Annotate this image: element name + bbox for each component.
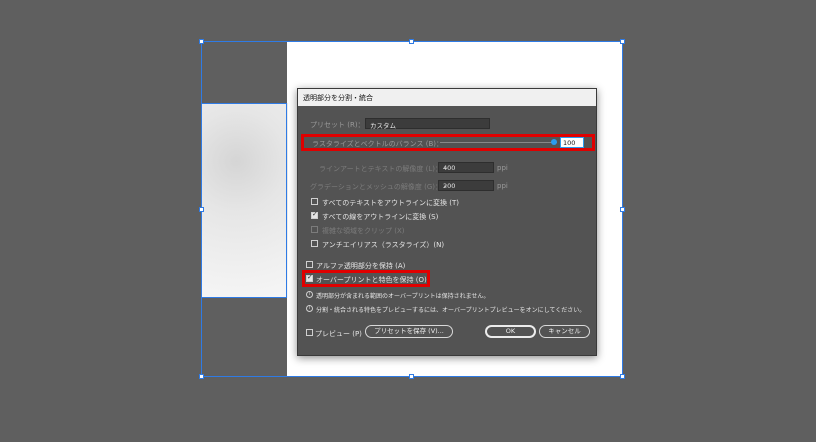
line-art-resolution-label: ラインアートとテキストの解像度 (L)： [319, 165, 442, 173]
resize-handle-bottom[interactable] [409, 374, 414, 379]
convert-text-to-outline-checkbox[interactable] [311, 198, 318, 205]
clip-complex-regions-label: 複雑な領域をクリップ (X) [322, 227, 405, 235]
preserve-alpha-checkbox[interactable] [306, 261, 313, 268]
gradient-mesh-resolution-label: グラデーションとメッシュの解像度 (G)： [310, 183, 442, 191]
preserve-overprint-checkbox[interactable] [306, 273, 313, 282]
preview-label: プレビュー (P) [315, 330, 362, 338]
balance-slider-thumb[interactable] [551, 139, 557, 145]
preserve-overprint-label: オーバープリントと特色を保持 (O) [316, 276, 427, 284]
clip-complex-regions-checkbox[interactable] [311, 226, 318, 233]
image-bounding-box [201, 103, 287, 298]
line-art-resolution-combobox[interactable]: 400 ⌄ [438, 162, 494, 173]
chevron-down-icon: ⌄ [443, 164, 449, 171]
info-icon: i [306, 305, 313, 312]
ok-button[interactable]: OK [485, 325, 536, 338]
resize-handle-top[interactable] [409, 39, 414, 44]
resize-handle-left[interactable] [199, 207, 204, 212]
balance-input[interactable]: 100 [560, 137, 584, 148]
anti-alias-label: アンチエイリアス（ラスタライズ）(N) [322, 241, 445, 249]
gradient-mesh-resolution-combobox[interactable]: 200 ⌄ [438, 180, 494, 191]
save-preset-button[interactable]: プリセットを保存 (V)... [365, 325, 453, 338]
info-text-spot-preview: 分割・統合される特色をプレビューするには、オーバープリントプレビューをオンにして… [316, 307, 586, 314]
resize-handle-top-right[interactable] [620, 39, 625, 44]
chevron-down-icon: ⌄ [370, 120, 376, 127]
dialog-titlebar[interactable]: 透明部分を分割・統合 [298, 89, 596, 106]
cancel-button[interactable]: キャンセル [539, 325, 590, 338]
info-text-overprint: 透明部分が含まれる範囲のオーバープリントは保持されません。 [316, 293, 490, 300]
balance-label: ラスタライズとベクトルのバランス (B)： [312, 140, 443, 148]
info-icon: i [306, 291, 313, 298]
resize-handle-top-left[interactable] [199, 39, 204, 44]
convert-text-to-outline-label: すべてのテキストをアウトラインに変換 (T) [322, 199, 459, 207]
resize-handle-right[interactable] [620, 207, 625, 212]
preset-label: プリセット (R)： [310, 121, 365, 129]
gradient-mesh-resolution-unit: ppi [497, 182, 508, 190]
dialog-title: 透明部分を分割・統合 [303, 94, 373, 102]
preview-checkbox[interactable] [306, 329, 313, 336]
line-art-resolution-unit: ppi [497, 164, 508, 172]
resize-handle-bottom-right[interactable] [620, 374, 625, 379]
anti-alias-checkbox[interactable] [311, 240, 318, 247]
balance-value: 100 [563, 139, 576, 147]
chevron-down-icon: ⌄ [443, 182, 449, 189]
resize-handle-bottom-left[interactable] [199, 374, 204, 379]
balance-slider-track[interactable] [440, 142, 557, 143]
convert-strokes-to-outline-checkbox[interactable] [311, 210, 318, 219]
flatten-transparency-dialog: 透明部分を分割・統合 プリセット (R)： カスタム ⌄ ラスタライズとベクトル… [297, 88, 597, 356]
convert-strokes-to-outline-label: すべての線をアウトラインに変換 (S) [322, 213, 439, 221]
preset-select[interactable]: カスタム ⌄ [365, 118, 490, 130]
